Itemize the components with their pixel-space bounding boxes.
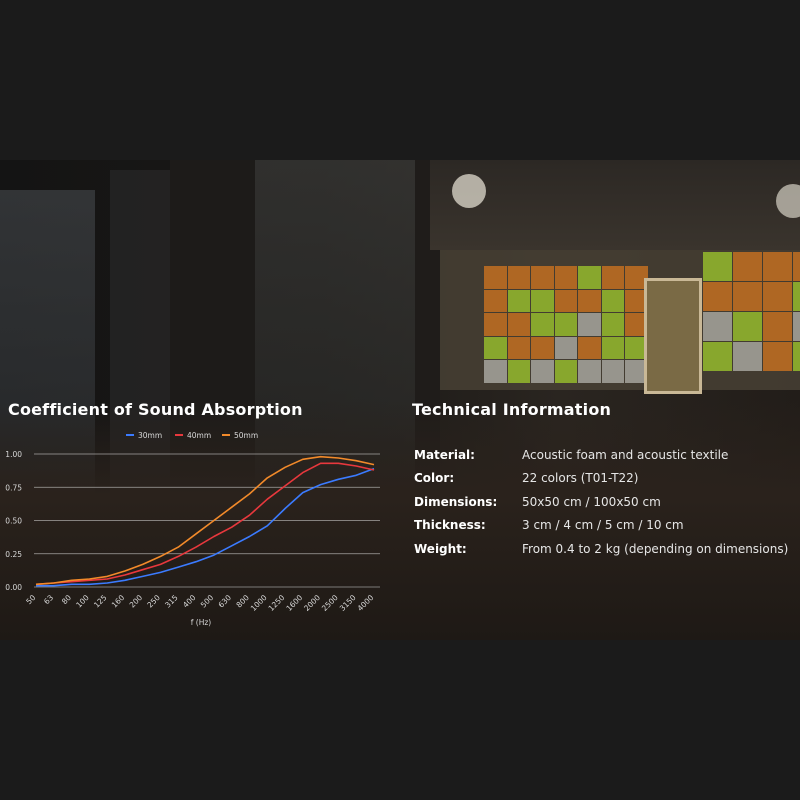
doorway [644, 278, 702, 394]
acoustic-panel-tile [507, 289, 530, 312]
acoustic-panel-tile [484, 360, 507, 383]
tech-info-label: Color: [414, 471, 455, 486]
acoustic-panel-tile [531, 313, 554, 336]
tech-info-row: Thickness: 3 cm / 4 cm / 5 cm / 10 cm [414, 514, 788, 538]
acoustic-panel-tile [703, 342, 732, 371]
tech-info-row: Dimensions: 50x50 cm / 100x50 cm [414, 490, 788, 514]
room-background: Coefficient of Sound Absorption Technica… [0, 160, 800, 640]
x-tick-label: 250 [145, 593, 162, 610]
x-tick-label: 100 [74, 593, 91, 610]
acoustic-panel-tile [507, 313, 530, 336]
acoustic-panel-tile [703, 312, 732, 341]
acoustic-panel-tile [484, 289, 507, 312]
tech-info-value: 50x50 cm / 100x50 cm [522, 494, 661, 509]
acoustic-panel-tile [531, 336, 554, 359]
acoustic-panel-tile [601, 266, 624, 289]
acoustic-panel-tile [793, 342, 800, 371]
absorption-chart: 0.000.250.500.751.0050 63 80 100 125 160 200 25… [5, 431, 380, 627]
y-tick-label: 0.00 [5, 583, 22, 592]
x-tick-label: 80 [60, 593, 73, 606]
x-tick-label: 630 [217, 593, 234, 610]
tech-info-value: From 0.4 to 2 kg (depending on dimension… [522, 541, 789, 556]
technical-info-table: Material: Acoustic foam and acoustic text… [414, 443, 788, 561]
acoustic-panel-tile [578, 313, 601, 336]
acoustic-panel-tile [507, 360, 530, 383]
acoustic-panel-tile [578, 289, 601, 312]
x-tick-label: 315 [163, 593, 180, 610]
x-tick-label: 400 [181, 593, 198, 610]
acoustic-panel-tile [793, 282, 800, 311]
x-tick-label: 1000 [249, 593, 269, 613]
y-tick-label: 0.25 [5, 550, 22, 559]
acoustic-panel-tile [554, 336, 577, 359]
acoustic-panel-tile [601, 313, 624, 336]
acoustic-panel-tile [703, 252, 732, 281]
chart-heading: Coefficient of Sound Absorption [8, 400, 303, 419]
acoustic-panel-tile [554, 313, 577, 336]
acoustic-panel-tile [554, 266, 577, 289]
x-tick-label: 2000 [302, 593, 322, 613]
acoustic-panel-tile [531, 360, 554, 383]
acoustic-panel-tile [601, 289, 624, 312]
x-tick-label: 3150 [338, 593, 358, 613]
acoustic-panel-tile [703, 282, 732, 311]
x-tick-label: 2500 [320, 593, 340, 613]
technical-info-heading: Technical Information [412, 400, 612, 419]
acoustic-panel-tile [763, 252, 792, 281]
acoustic-panel-tile [531, 266, 554, 289]
legend-label: 40mm [187, 431, 211, 440]
acoustic-panel-tile [578, 360, 601, 383]
acoustic-panel-tile [578, 336, 601, 359]
series-line-40mm [35, 462, 375, 586]
acoustic-panel-tile [733, 342, 762, 371]
acoustic-panel-tile [763, 312, 792, 341]
tech-info-label: Weight: [414, 541, 467, 556]
acoustic-panel-tile [554, 289, 577, 312]
acoustic-panel-tile [733, 252, 762, 281]
acoustic-panel-tile [793, 252, 800, 281]
acoustic-panel-tile [601, 336, 624, 359]
ceiling [430, 160, 800, 250]
x-tick-label: 63 [42, 593, 55, 606]
acoustic-panel-tile [507, 336, 530, 359]
acoustic-panel-tile [763, 342, 792, 371]
y-tick-label: 1.00 [5, 450, 22, 459]
tech-info-row: Color: 22 colors (T01-T22) [414, 467, 788, 491]
acoustic-panel-tile [484, 266, 507, 289]
acoustic-panel-tile [578, 266, 601, 289]
acoustic-panel-tile [733, 282, 762, 311]
acoustic-panel-tile [793, 312, 800, 341]
y-tick-label: 0.75 [5, 483, 22, 492]
x-tick-label: 4000 [356, 593, 376, 613]
tech-info-row: Material: Acoustic foam and acoustic text… [414, 443, 788, 467]
x-tick-label: 160 [110, 593, 127, 610]
tech-info-value: 22 colors (T01-T22) [522, 471, 639, 486]
tech-info-label: Material: [414, 447, 475, 462]
x-tick-label: 125 [92, 593, 109, 610]
tech-info-label: Dimensions: [414, 494, 498, 509]
pendant-lamp [452, 174, 486, 208]
tech-info-value: 3 cm / 4 cm / 5 cm / 10 cm [522, 518, 684, 533]
acoustic-panel-tile [763, 282, 792, 311]
acoustic-panel-tile [531, 289, 554, 312]
x-tick-label: 1250 [267, 593, 287, 613]
x-axis-label: f (Hz) [191, 618, 212, 627]
legend-label: 50mm [234, 431, 258, 440]
acoustic-panel-tile [554, 360, 577, 383]
y-tick-label: 0.50 [5, 517, 22, 526]
acoustic-panel-tile [601, 360, 624, 383]
tech-info-row: Weight: From 0.4 to 2 kg (depending on di… [414, 537, 788, 561]
x-tick-label: 1600 [284, 593, 304, 613]
tech-info-label: Thickness: [414, 518, 486, 533]
acoustic-panel-tile [733, 312, 762, 341]
x-tick-label: 200 [128, 593, 145, 610]
x-tick-label: 500 [199, 593, 216, 610]
legend-label: 30mm [138, 431, 162, 440]
tech-info-value: Acoustic foam and acoustic textile [522, 447, 729, 462]
acoustic-panel-tile [484, 313, 507, 336]
acoustic-panel-tile [507, 266, 530, 289]
x-tick-label: 50 [24, 593, 37, 606]
acoustic-panel-tile [484, 336, 507, 359]
